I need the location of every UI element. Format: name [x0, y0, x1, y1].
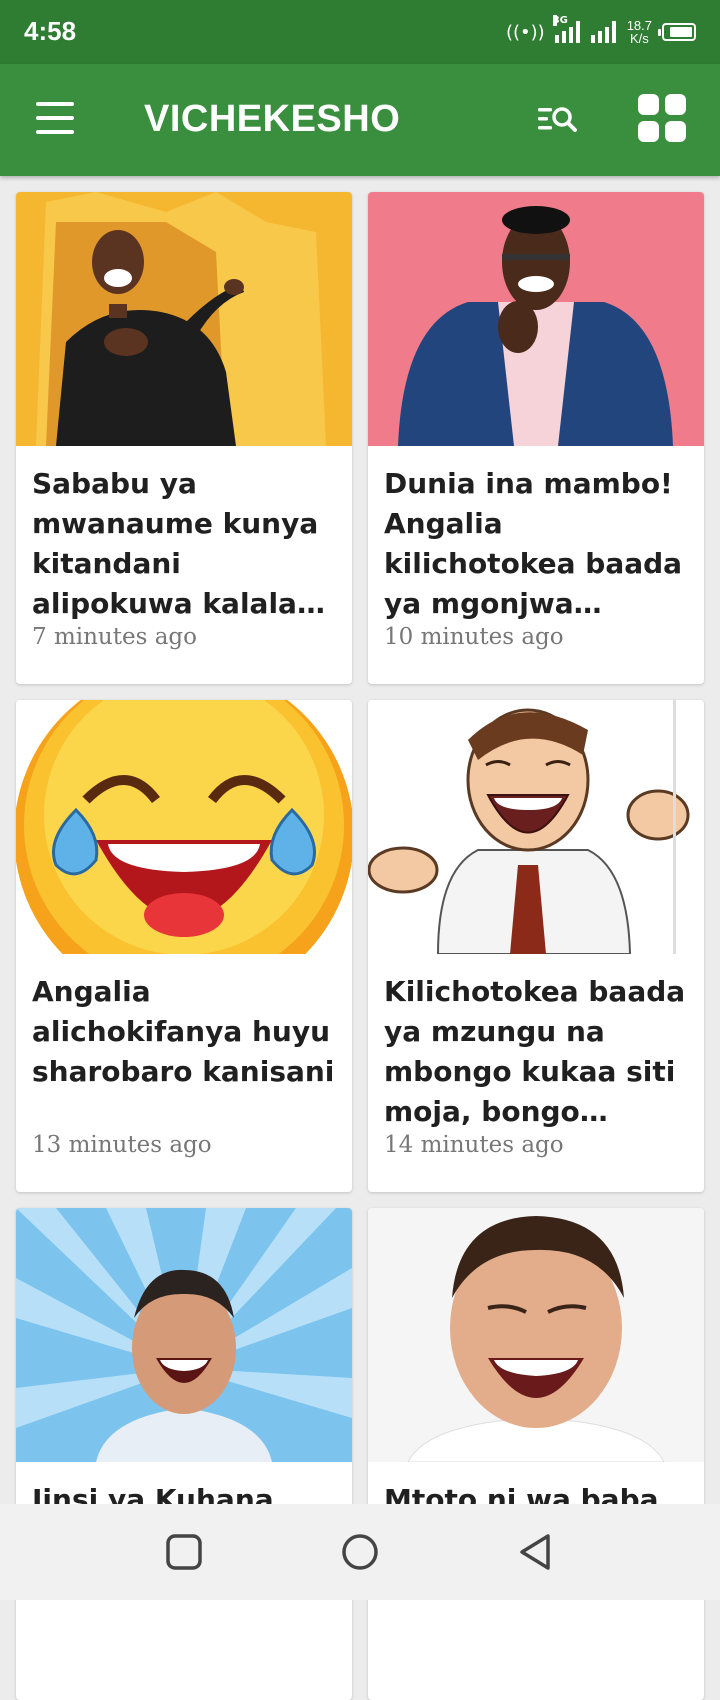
home-button[interactable] [340, 1532, 380, 1572]
article-image [368, 1208, 704, 1462]
article-image [16, 1208, 352, 1462]
article-title: Angalia alichokifanya huyu sharobaro kan… [32, 975, 335, 1088]
article-card[interactable]: Sababu ya mwanaume kunya kitandani alipo… [16, 192, 352, 684]
article-image [368, 700, 704, 954]
article-card[interactable]: Angalia alichokifanya huyu sharobaro kan… [16, 700, 352, 1192]
app-title: VICHEKESHO [144, 98, 401, 140]
menu-icon[interactable] [36, 102, 76, 136]
signal-icon: 3G [552, 15, 581, 43]
app-bar: VICHEKESHO [0, 64, 720, 176]
article-card[interactable]: Dunia ina mambo! Angalia kilichotokea ba… [368, 192, 704, 684]
article-image [16, 700, 352, 954]
network-speed: 18.7 K/s [627, 19, 652, 45]
article-title: Dunia ina mambo! Angalia kilichotokea ba… [384, 467, 683, 620]
article-time: 10 minutes ago [384, 624, 564, 650]
network-type: 3G [552, 15, 568, 26]
grid-view-icon[interactable] [638, 94, 688, 144]
battery-icon [658, 23, 696, 41]
article-title: Sababu ya mwanaume kunya kitandani alipo… [32, 467, 319, 620]
speed-unit: K/s [629, 31, 649, 46]
article-card[interactable]: Kilichotokea baada ya mzungu na mbongo k… [368, 700, 704, 1192]
article-title: Kilichotokea baada ya mzungu na mbongo k… [384, 975, 686, 1128]
article-image [16, 192, 352, 446]
search-list-icon[interactable] [536, 100, 582, 140]
article-image [368, 192, 704, 446]
article-card[interactable]: Jinsi ya Kuhana [16, 1208, 352, 1700]
article-time: 14 minutes ago [384, 1132, 564, 1158]
status-icons: ((•)) 3G 18.7 K/s [506, 14, 696, 50]
signal-icon [590, 21, 617, 43]
hotspot-icon: ((•)) [505, 21, 545, 43]
status-time: 4:58 [24, 16, 77, 46]
recents-button[interactable] [164, 1532, 204, 1572]
article-time: 7 minutes ago [32, 624, 197, 650]
article-time: 13 minutes ago [32, 1132, 212, 1158]
article-card[interactable]: Mtoto ni wa baba au [368, 1208, 704, 1700]
status-bar: 4:58 ((•)) 3G 18.7 K/s [0, 0, 720, 64]
system-nav-bar [0, 1504, 720, 1600]
back-button[interactable] [516, 1532, 556, 1572]
